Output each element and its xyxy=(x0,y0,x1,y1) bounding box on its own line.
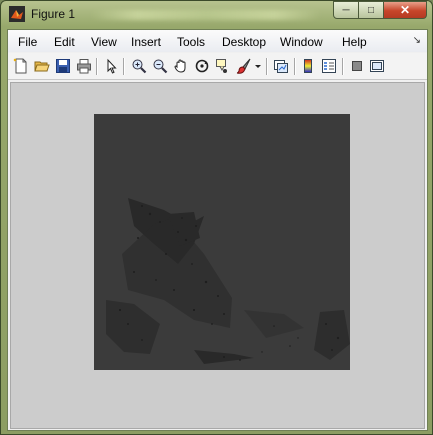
brush-icon[interactable] xyxy=(236,58,252,74)
menu-insert[interactable]: Insert xyxy=(131,35,161,49)
figure-toolbar xyxy=(8,53,427,80)
brush-dropdown-icon[interactable] xyxy=(254,58,262,74)
title-bar[interactable]: Figure 1 ─ □ ✕ xyxy=(1,1,432,29)
displayed-image xyxy=(94,114,350,370)
menu-help[interactable]: Help xyxy=(342,35,367,49)
menu-bar: File Edit View Insert Tools Desktop Wind… xyxy=(8,30,427,52)
menu-window[interactable]: Window xyxy=(280,35,323,49)
matlab-app-icon xyxy=(9,6,25,22)
menu-tools[interactable]: Tools xyxy=(177,35,205,49)
window-title: Figure 1 xyxy=(31,7,76,21)
open-file-icon[interactable] xyxy=(34,58,50,74)
toolbar-separator xyxy=(342,58,344,75)
dock-figure-icon[interactable]: ↘ xyxy=(413,35,421,46)
figure-canvas[interactable] xyxy=(10,82,425,429)
figure-client-area: File Edit View Insert Tools Desktop Wind… xyxy=(7,29,428,431)
menu-file[interactable]: File xyxy=(18,35,37,49)
toolbar-separator xyxy=(294,58,296,75)
close-button[interactable]: ✕ xyxy=(384,1,427,19)
edit-plot-icon[interactable] xyxy=(103,58,119,74)
insert-colorbar-icon[interactable] xyxy=(300,58,316,74)
show-plot-tools-icon[interactable] xyxy=(369,58,385,74)
new-figure-icon[interactable] xyxy=(13,58,29,74)
save-icon[interactable] xyxy=(55,58,71,74)
zoom-in-icon[interactable] xyxy=(131,58,147,74)
rotate-3d-icon[interactable] xyxy=(194,58,210,74)
figure-window: Figure 1 ─ □ ✕ File Edit View Insert Too… xyxy=(0,0,433,435)
pan-icon[interactable] xyxy=(173,58,189,74)
minimize-button[interactable]: ─ xyxy=(333,1,359,19)
toolbar-separator xyxy=(123,58,125,75)
menu-desktop[interactable]: Desktop xyxy=(222,35,266,49)
caption-buttons: ─ □ ✕ xyxy=(333,1,427,20)
zoom-out-icon[interactable] xyxy=(152,58,168,74)
menu-edit[interactable]: Edit xyxy=(54,35,75,49)
toolbar-separator xyxy=(96,58,98,75)
data-cursor-icon[interactable] xyxy=(215,58,231,74)
print-icon[interactable] xyxy=(76,58,92,74)
link-plot-icon[interactable] xyxy=(273,58,289,74)
toolbar-separator xyxy=(266,58,268,75)
maximize-button[interactable]: □ xyxy=(359,1,384,19)
title-bar-blur xyxy=(91,10,321,20)
menu-view[interactable]: View xyxy=(91,35,117,49)
hide-plot-tools-icon[interactable] xyxy=(349,58,365,74)
insert-legend-icon[interactable] xyxy=(321,58,337,74)
image-axes[interactable] xyxy=(94,114,350,370)
